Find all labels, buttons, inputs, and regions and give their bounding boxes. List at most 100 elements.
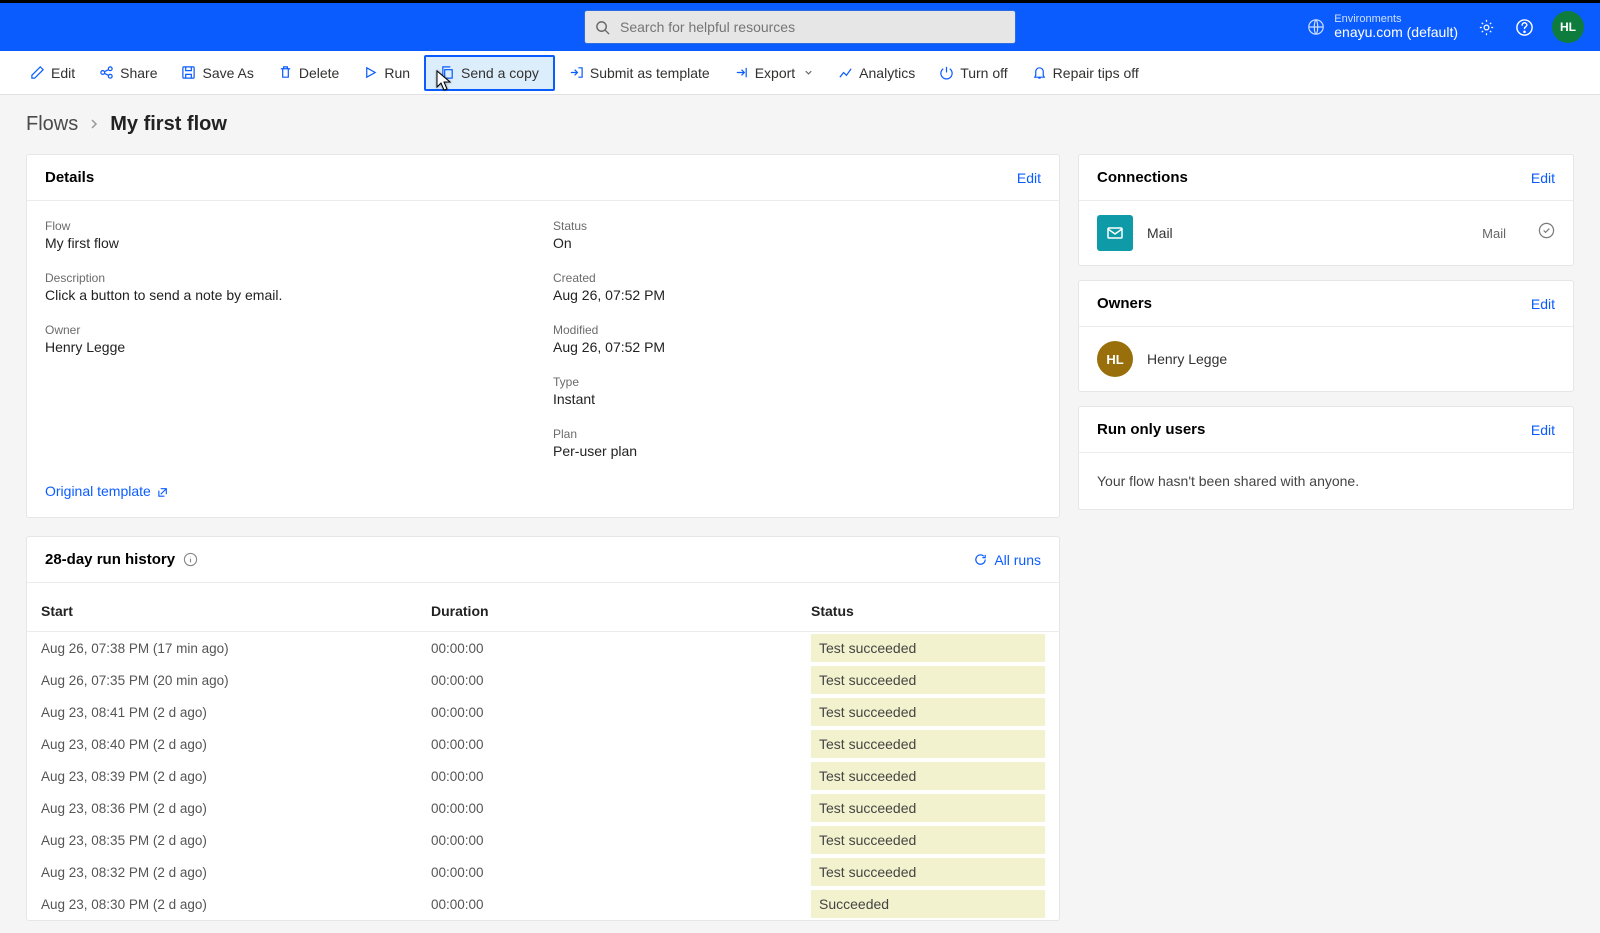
- command-bar: Edit Share Save As Delete Run Send a cop…: [0, 51, 1600, 95]
- owners-title: Owners: [1097, 295, 1152, 312]
- runonly-edit-link[interactable]: Edit: [1531, 422, 1555, 438]
- col-duration-header[interactable]: Duration: [431, 603, 811, 619]
- connections-title: Connections: [1097, 169, 1188, 186]
- original-template-link[interactable]: Original template: [45, 483, 1041, 499]
- col-start-header[interactable]: Start: [41, 603, 431, 619]
- connection-row[interactable]: Mail Mail: [1079, 201, 1573, 265]
- help-icon[interactable]: [1514, 17, 1534, 37]
- owners-edit-link[interactable]: Edit: [1531, 296, 1555, 312]
- connections-edit-link[interactable]: Edit: [1531, 170, 1555, 186]
- run-start: Aug 23, 08:41 PM (2 d ago): [41, 705, 431, 720]
- owners-card: Owners Edit HL Henry Legge: [1078, 280, 1574, 392]
- table-row[interactable]: Aug 23, 08:32 PM (2 d ago)00:00:00Test s…: [27, 856, 1059, 888]
- top-bar: Environments enayu.com (default) HL: [0, 3, 1600, 51]
- owner-name: Henry Legge: [1147, 351, 1227, 367]
- run-start: Aug 23, 08:40 PM (2 d ago): [41, 737, 431, 752]
- saveas-button[interactable]: Save As: [171, 59, 263, 87]
- type-label: Type: [553, 375, 1041, 389]
- delete-button[interactable]: Delete: [268, 59, 349, 87]
- history-title: 28-day run history: [45, 551, 175, 568]
- history-table: Start Duration Status Aug 26, 07:38 PM (…: [27, 583, 1059, 920]
- environment-picker[interactable]: Environments enayu.com (default): [1306, 13, 1458, 40]
- run-duration: 00:00:00: [431, 801, 811, 816]
- created-label: Created: [553, 271, 1041, 285]
- share-icon: [99, 65, 114, 80]
- run-start: Aug 26, 07:35 PM (20 min ago): [41, 673, 431, 688]
- breadcrumb-parent[interactable]: Flows: [26, 113, 78, 136]
- breadcrumb-current: My first flow: [110, 113, 227, 136]
- run-start: Aug 23, 08:39 PM (2 d ago): [41, 769, 431, 784]
- run-status: Test succeeded: [811, 826, 1045, 854]
- chevron-down-icon: [803, 67, 814, 78]
- col-status-header[interactable]: Status: [811, 603, 1045, 619]
- connections-card: Connections Edit Mail Mail: [1078, 154, 1574, 266]
- search-box[interactable]: [584, 10, 1016, 44]
- repair-button[interactable]: Repair tips off: [1022, 59, 1149, 87]
- run-start: Aug 26, 07:38 PM (17 min ago): [41, 641, 431, 656]
- submit-template-button[interactable]: Submit as template: [559, 59, 720, 87]
- details-edit-link[interactable]: Edit: [1017, 170, 1041, 186]
- power-icon: [939, 65, 954, 80]
- connection-name: Mail: [1147, 225, 1468, 241]
- run-duration: 00:00:00: [431, 705, 811, 720]
- table-row[interactable]: Aug 23, 08:35 PM (2 d ago)00:00:00Test s…: [27, 824, 1059, 856]
- owner-row[interactable]: HL Henry Legge: [1079, 327, 1573, 391]
- owner-avatar: HL: [1097, 341, 1133, 377]
- run-duration: 00:00:00: [431, 769, 811, 784]
- copy-icon: [440, 65, 455, 80]
- edit-button[interactable]: Edit: [20, 59, 85, 87]
- run-status: Test succeeded: [811, 858, 1045, 886]
- table-row[interactable]: Aug 23, 08:39 PM (2 d ago)00:00:00Test s…: [27, 760, 1059, 792]
- table-row[interactable]: Aug 23, 08:36 PM (2 d ago)00:00:00Test s…: [27, 792, 1059, 824]
- settings-icon[interactable]: [1476, 17, 1496, 37]
- run-status: Test succeeded: [811, 666, 1045, 694]
- table-row[interactable]: Aug 26, 07:35 PM (20 min ago)00:00:00Tes…: [27, 664, 1059, 696]
- info-icon[interactable]: [183, 552, 198, 567]
- run-status: Succeeded: [811, 890, 1045, 918]
- analytics-button[interactable]: Analytics: [828, 59, 925, 87]
- run-duration: 00:00:00: [431, 897, 811, 912]
- flow-label: Flow: [45, 219, 533, 233]
- pencil-icon: [30, 65, 45, 80]
- open-icon: [157, 485, 170, 498]
- chevron-right-icon: [88, 117, 100, 133]
- table-row[interactable]: Aug 23, 08:30 PM (2 d ago)00:00:00Succee…: [27, 888, 1059, 920]
- run-duration: 00:00:00: [431, 673, 811, 688]
- owner-label: Owner: [45, 323, 533, 337]
- trash-icon: [278, 65, 293, 80]
- run-status: Test succeeded: [811, 730, 1045, 758]
- share-button[interactable]: Share: [89, 59, 167, 87]
- run-duration: 00:00:00: [431, 865, 811, 880]
- check-icon: [1538, 222, 1555, 244]
- runonly-text: Your flow hasn't been shared with anyone…: [1079, 453, 1573, 509]
- modified-label: Modified: [553, 323, 1041, 337]
- table-row[interactable]: Aug 23, 08:41 PM (2 d ago)00:00:00Test s…: [27, 696, 1059, 728]
- send-copy-button[interactable]: Send a copy: [424, 55, 555, 91]
- chart-icon: [838, 65, 853, 80]
- run-status: Test succeeded: [811, 634, 1045, 662]
- flow-value: My first flow: [45, 235, 533, 251]
- description-label: Description: [45, 271, 533, 285]
- search-icon: [595, 20, 610, 35]
- run-status: Test succeeded: [811, 794, 1045, 822]
- run-start: Aug 23, 08:32 PM (2 d ago): [41, 865, 431, 880]
- turnoff-button[interactable]: Turn off: [929, 59, 1017, 87]
- connection-sub: Mail: [1482, 226, 1506, 241]
- owner-value: Henry Legge: [45, 339, 533, 355]
- export-button[interactable]: Export: [724, 59, 824, 87]
- search-input[interactable]: [620, 19, 1005, 35]
- user-avatar[interactable]: HL: [1552, 11, 1584, 43]
- modified-value: Aug 26, 07:52 PM: [553, 339, 1041, 355]
- table-row[interactable]: Aug 23, 08:40 PM (2 d ago)00:00:00Test s…: [27, 728, 1059, 760]
- run-duration: 00:00:00: [431, 833, 811, 848]
- run-history-card: 28-day run history All runs Start Durati…: [26, 536, 1060, 921]
- all-runs-link[interactable]: All runs: [973, 552, 1041, 568]
- type-value: Instant: [553, 391, 1041, 407]
- description-value: Click a button to send a note by email.: [45, 287, 533, 303]
- run-duration: 00:00:00: [431, 737, 811, 752]
- run-only-users-card: Run only users Edit Your flow hasn't bee…: [1078, 406, 1574, 510]
- table-row[interactable]: Aug 26, 07:38 PM (17 min ago)00:00:00Tes…: [27, 632, 1059, 664]
- export-icon: [734, 65, 749, 80]
- plan-value: Per-user plan: [553, 443, 1041, 459]
- run-button[interactable]: Run: [353, 59, 420, 87]
